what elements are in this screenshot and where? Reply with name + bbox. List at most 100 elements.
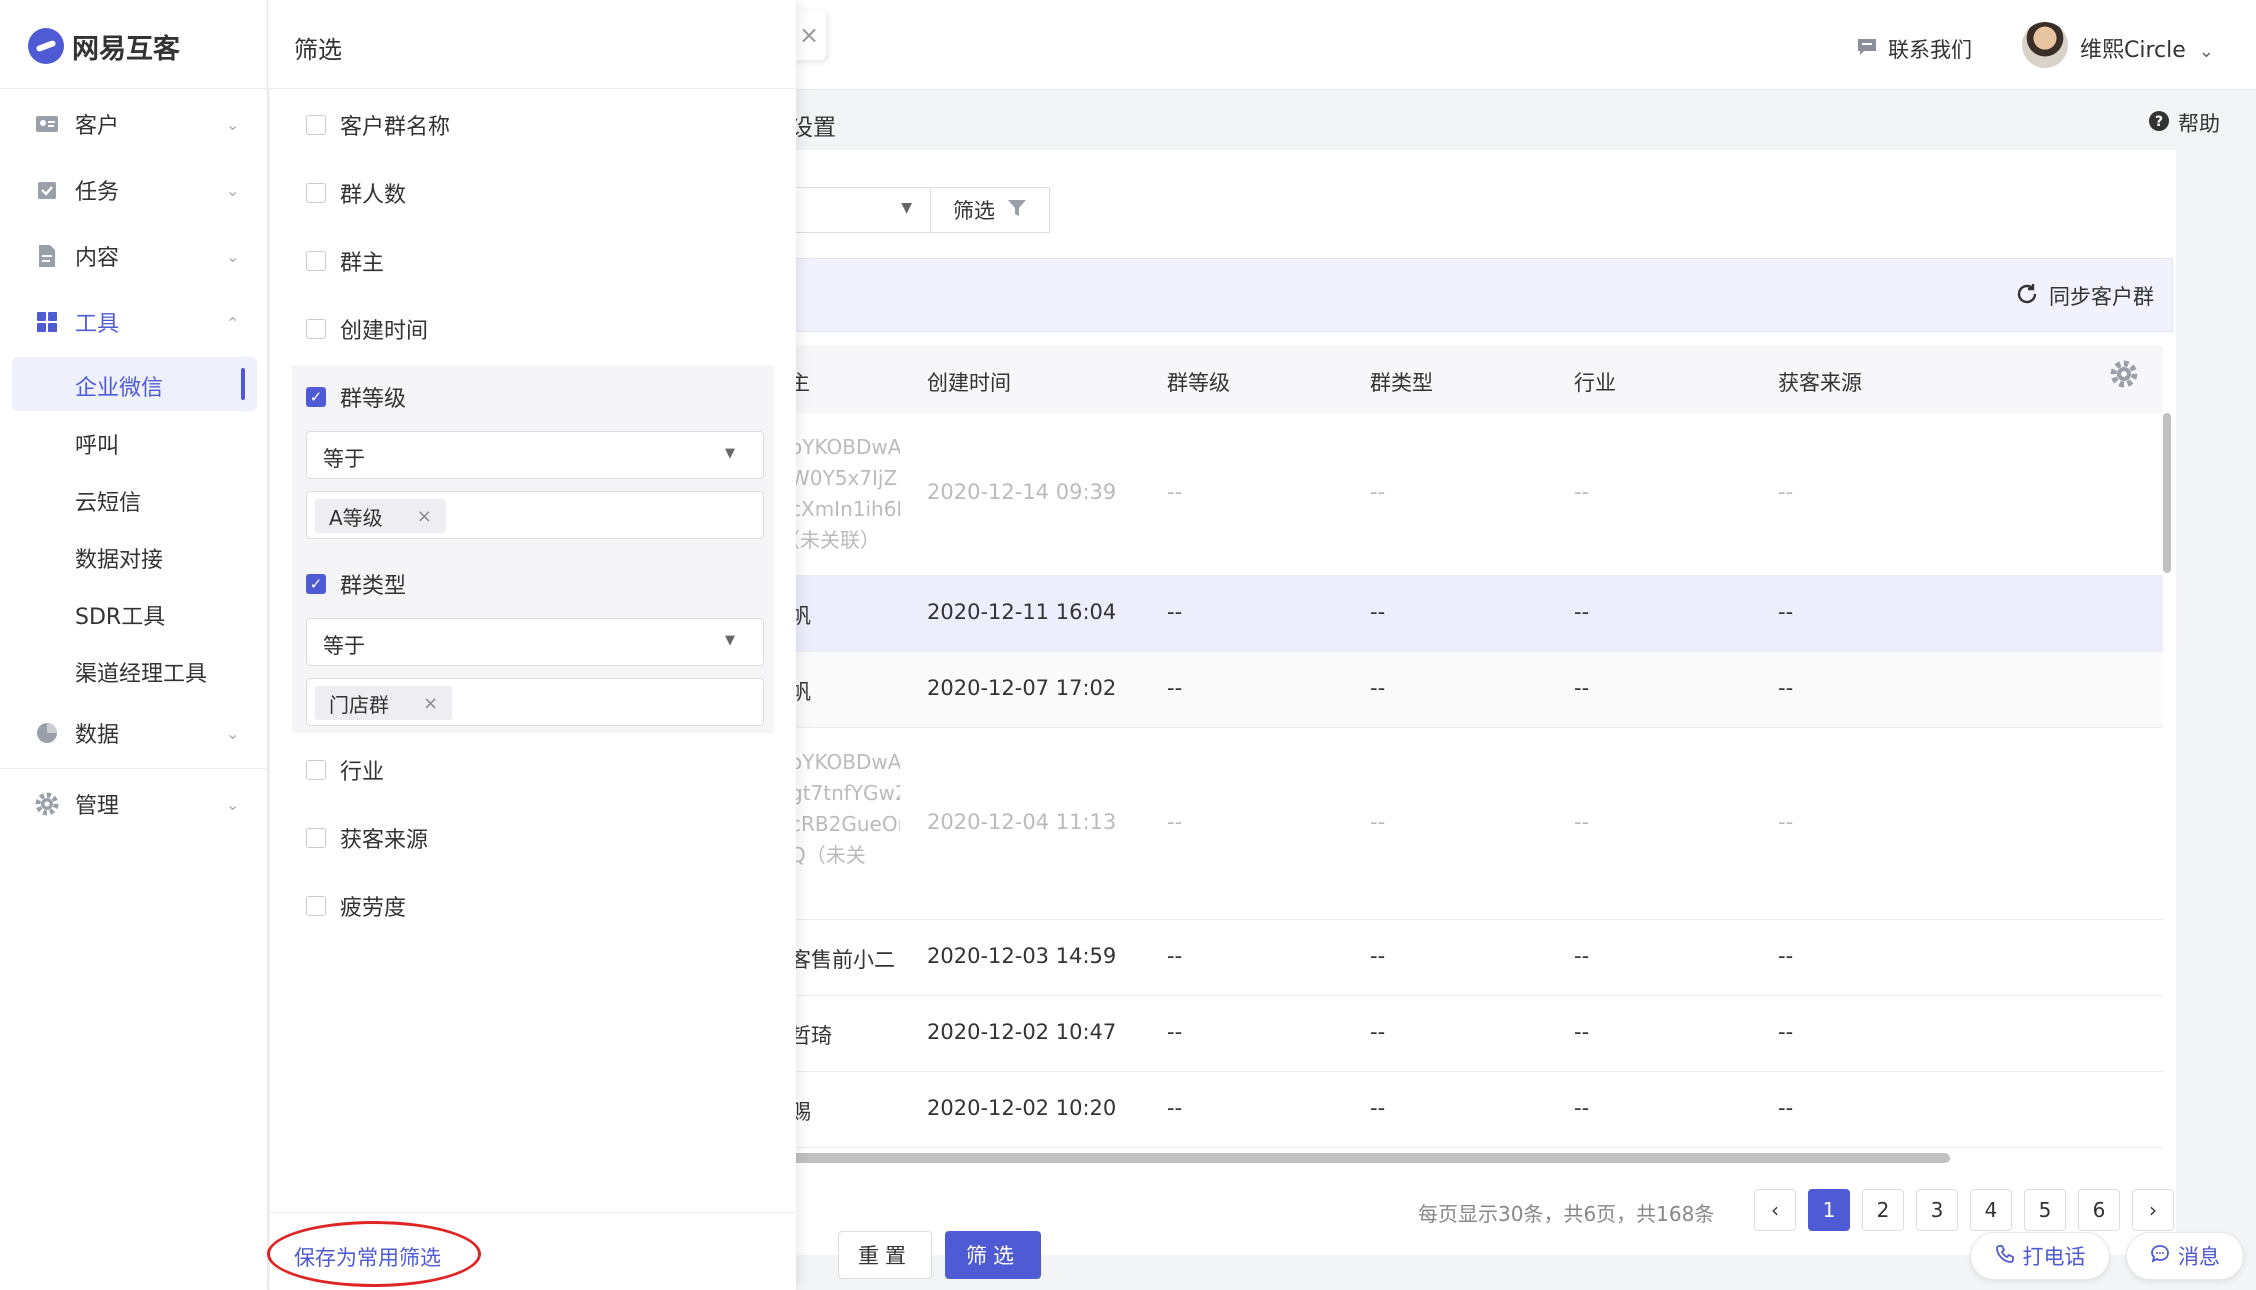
checkbox[interactable] <box>306 115 326 135</box>
caret-down-icon: ▼ <box>725 633 735 648</box>
remove-tag-icon[interactable]: × <box>417 506 432 527</box>
page-button-3[interactable]: 3 <box>1916 1189 1958 1231</box>
checkbox[interactable] <box>306 828 326 848</box>
contact-us-label: 联系我们 <box>1888 38 1972 62</box>
column-header-level[interactable]: 群等级 <box>1167 367 1230 397</box>
table-row[interactable]: 哲琦 2020-12-02 10:47 -- -- -- -- <box>790 996 2163 1072</box>
horizontal-scrollbar[interactable] <box>790 1153 1950 1163</box>
page-button-2[interactable]: 2 <box>1862 1189 1904 1231</box>
sidebar: 网易互客 客户 ⌄ 任务 ⌄ 内容 ⌄ 工具 ⌄ 企业微信 呼叫 云短信 数据对… <box>0 0 268 1290</box>
sidebar-subitem-sdr[interactable]: SDR工具 <box>75 599 165 631</box>
message-button[interactable]: 消息 <box>2126 1232 2244 1280</box>
pagination-info: 每页显示30条，共6页，共168条 <box>1418 1202 1715 1226</box>
chevron-right-icon: › <box>2149 1198 2157 1222</box>
cell-level: -- <box>1167 676 1183 700</box>
sidebar-subitem-call[interactable]: 呼叫 <box>75 428 119 460</box>
type-value-input[interactable]: 门店群 × <box>306 678 764 726</box>
checkbox[interactable] <box>306 760 326 780</box>
filter-select[interactable]: ▼ <box>790 187 930 233</box>
filter-option-industry[interactable]: 行业 <box>306 754 384 786</box>
avatar[interactable] <box>2022 22 2068 68</box>
table-header: 群主 创建时间 群等级 群类型 行业 获客来源 <box>768 345 2163 413</box>
cell-industry: -- <box>1574 1096 1590 1120</box>
page-button-6[interactable]: 6 <box>2078 1189 2120 1231</box>
vertical-scrollbar[interactable] <box>2163 413 2171 573</box>
sidebar-item-task[interactable]: 任务 ⌄ <box>0 160 268 220</box>
cell-type: -- <box>1370 944 1386 968</box>
table-row[interactable]: 帆 2020-12-11 16:04 -- -- -- -- <box>790 576 2163 652</box>
table-row[interactable]: 2020-12-14 09:39 -- -- -- -- <box>790 413 2163 576</box>
cell-source: -- <box>1778 1020 1794 1044</box>
column-header-industry[interactable]: 行业 <box>1574 367 1616 397</box>
remove-tag-icon[interactable]: × <box>423 693 438 714</box>
checkbox-checked[interactable]: ✓ <box>306 387 326 407</box>
filter-option-group-name[interactable]: 客户群名称 <box>306 109 450 141</box>
page-button-5[interactable]: 5 <box>2024 1189 2066 1231</box>
column-header-type[interactable]: 群类型 <box>1370 367 1433 397</box>
selected-tag: A等级 × <box>315 499 446 533</box>
call-label: 打电话 <box>2022 1245 2086 1269</box>
column-header-source[interactable]: 获客来源 <box>1778 367 1862 397</box>
sidebar-item-tools[interactable]: 工具 ⌄ <box>0 292 268 352</box>
logo-icon <box>28 28 64 64</box>
help-link[interactable]: ? 帮助 <box>2148 108 2220 138</box>
filter-button[interactable]: 筛选 <box>930 187 1050 233</box>
filter-option-label: 客户群名称 <box>340 115 451 140</box>
sidebar-subitem-data-connect[interactable]: 数据对接 <box>75 542 163 574</box>
checkbox[interactable] <box>306 183 326 203</box>
user-menu[interactable]: 维熙Circle ⌄ <box>2080 32 2214 64</box>
page-button-1[interactable]: 1 <box>1808 1189 1850 1231</box>
checkbox[interactable] <box>306 319 326 339</box>
cell-industry: -- <box>1574 1020 1590 1044</box>
grid-icon <box>34 309 60 335</box>
level-value-input[interactable]: A等级 × <box>306 491 764 539</box>
checkbox-checked[interactable]: ✓ <box>306 574 326 594</box>
table-row[interactable]: 帆 2020-12-07 17:02 -- -- -- -- <box>790 652 2163 728</box>
reset-button[interactable]: 重置 <box>838 1231 932 1279</box>
sidebar-item-customer[interactable]: 客户 ⌄ <box>0 94 268 154</box>
level-operator-select[interactable]: 等于 ▼ <box>306 431 764 479</box>
document-icon <box>34 243 60 269</box>
filter-option-fatigue[interactable]: 疲劳度 <box>306 890 406 922</box>
contact-card-icon <box>34 111 60 137</box>
cell-type: -- <box>1370 810 1386 834</box>
filter-option-source[interactable]: 获客来源 <box>306 822 428 854</box>
filter-option-created-time[interactable]: 创建时间 <box>306 313 428 345</box>
next-page-button[interactable]: › <box>2132 1189 2174 1231</box>
filter-option-group-type[interactable]: ✓ 群类型 <box>306 568 406 600</box>
apply-filter-button[interactable]: 筛选 <box>945 1231 1041 1279</box>
filter-option-group-level[interactable]: ✓ 群等级 <box>306 381 406 413</box>
close-drawer-button[interactable]: × <box>792 10 826 60</box>
checkbox[interactable] <box>306 251 326 271</box>
filter-option-member-count[interactable]: 群人数 <box>306 177 406 209</box>
prev-page-button[interactable]: ‹ <box>1754 1189 1796 1231</box>
sidebar-item-content[interactable]: 内容 ⌄ <box>0 226 268 286</box>
call-button[interactable]: 打电话 <box>1970 1232 2110 1280</box>
caret-down-icon: ▼ <box>901 200 912 216</box>
sidebar-subitem-wecom[interactable]: 企业微信 <box>12 357 257 411</box>
page-button-4[interactable]: 4 <box>1970 1189 2012 1231</box>
cell-level: -- <box>1167 480 1183 504</box>
checkbox[interactable] <box>306 896 326 916</box>
column-header-created[interactable]: 创建时间 <box>927 367 1011 397</box>
table-row[interactable]: 客售前小二 2020-12-03 14:59 -- -- -- -- <box>790 920 2163 996</box>
table-row[interactable]: 赐 2020-12-02 10:20 -- -- -- -- <box>790 1072 2163 1148</box>
sidebar-subitem-sms[interactable]: 云短信 <box>75 485 141 517</box>
sidebar-subitem-channel-manager[interactable]: 渠道经理工具 <box>75 656 207 688</box>
table-row[interactable]: 2020-12-04 11:13 -- -- -- -- <box>790 728 2163 920</box>
sidebar-item-manage[interactable]: 管理 ⌄ <box>0 774 268 834</box>
type-operator-select[interactable]: 等于 ▼ <box>306 618 764 666</box>
sync-groups-button[interactable]: 同步客户群 <box>2015 281 2154 311</box>
sidebar-item-data[interactable]: 数据 ⌄ <box>0 703 268 763</box>
sidebar-item-label: 任务 <box>75 180 120 205</box>
filter-option-owner[interactable]: 群主 <box>306 245 384 277</box>
cell-level: -- <box>1167 1096 1183 1120</box>
cell-level: -- <box>1167 1020 1183 1044</box>
contact-us-link[interactable]: 联系我们 <box>1856 34 1972 64</box>
filter-option-label: 群类型 <box>340 574 407 599</box>
column-settings-gear-icon[interactable] <box>2110 360 2138 394</box>
cell-source: -- <box>1778 810 1794 834</box>
logo-text: 网易互客 <box>72 33 180 65</box>
filter-option-label: 群等级 <box>340 387 407 412</box>
logo[interactable]: 网易互客 <box>28 26 180 66</box>
